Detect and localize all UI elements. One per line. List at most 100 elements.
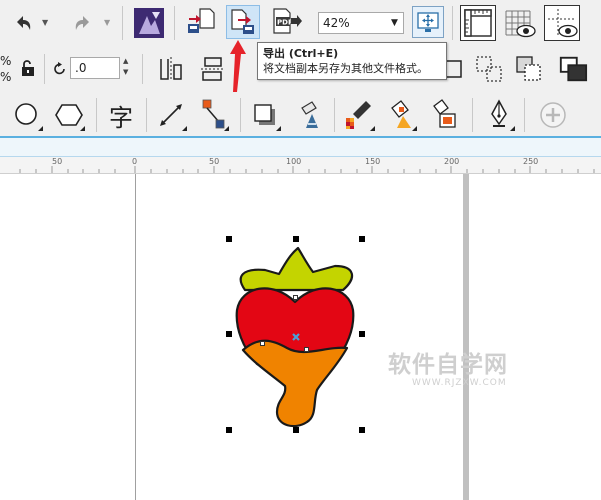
ungroup-icon xyxy=(559,56,588,82)
chocolate-drip xyxy=(241,339,349,428)
toolbar-separator xyxy=(524,98,525,132)
undo-dropdown-arrow[interactable]: ▼ xyxy=(42,18,48,27)
interactive-fill-tool[interactable] xyxy=(384,96,418,132)
redo-button[interactable] xyxy=(68,8,98,38)
export-button[interactable] xyxy=(226,5,260,39)
accent-line xyxy=(0,136,601,138)
ellipse-tool[interactable] xyxy=(10,98,44,132)
rotate-icon xyxy=(54,62,65,75)
node-handle[interactable] xyxy=(260,341,265,346)
drop-shadow-tool[interactable] xyxy=(248,98,282,132)
color-eyedropper-tool[interactable] xyxy=(342,96,376,132)
rotation-angle-input[interactable] xyxy=(70,57,120,79)
show-guidelines-toggle[interactable] xyxy=(544,5,580,41)
selection-handle-bottom-right[interactable] xyxy=(359,427,365,433)
export-tooltip: 导出 (Ctrl+E) 将文档副本另存为其他文件格式。 xyxy=(257,42,447,80)
lock-ratio-button[interactable] xyxy=(16,56,40,80)
parallel-dimension-icon xyxy=(160,104,182,126)
toolbar-separator xyxy=(146,98,147,132)
ruler-label: 250 xyxy=(523,157,539,166)
selection-handle-right[interactable] xyxy=(359,331,365,337)
ellipse-icon xyxy=(15,103,37,125)
flyout-arrow-icon xyxy=(510,126,515,131)
hexagon-icon xyxy=(55,104,83,126)
flyout-arrow-icon xyxy=(370,126,375,131)
app-launcher-button[interactable] xyxy=(132,6,166,40)
import-button[interactable] xyxy=(186,6,216,36)
mirror-vertical-button[interactable] xyxy=(198,54,228,84)
node-handle[interactable] xyxy=(304,347,309,352)
fit-page-icon xyxy=(417,12,439,32)
zoom-dropdown-arrow[interactable]: ▼ xyxy=(391,18,398,28)
transparency-tool[interactable] xyxy=(294,96,328,132)
tooltip-title: 导出 (Ctrl+E) xyxy=(263,47,339,60)
flyout-arrow-icon xyxy=(224,126,229,131)
show-grid-toggle[interactable] xyxy=(502,6,538,40)
page-shadow-right xyxy=(463,174,469,500)
toolbox: 字 xyxy=(0,92,601,136)
toolbar-separator xyxy=(44,54,45,84)
show-rulers-toggle[interactable] xyxy=(460,5,496,41)
mirror-horizontal-icon xyxy=(160,57,182,81)
annotation-arrow-icon xyxy=(230,40,246,92)
horizontal-ruler[interactable]: 50 0 50 100 150 200 250 xyxy=(0,157,601,174)
flyout-arrow-icon xyxy=(38,126,43,131)
mirror-vertical-icon xyxy=(201,57,225,81)
selection-handle-top[interactable] xyxy=(293,236,299,242)
redo-dropdown-arrow[interactable]: ▼ xyxy=(104,18,110,27)
smart-fill-tool[interactable] xyxy=(426,96,460,132)
publish-to-pdf-button[interactable]: PDF xyxy=(270,6,304,36)
ungroup-button[interactable] xyxy=(558,54,588,84)
full-screen-preview-button[interactable] xyxy=(412,6,444,38)
strawberry-drawing[interactable] xyxy=(225,236,370,436)
toolbar-separator xyxy=(452,6,453,40)
ruler-label: 50 xyxy=(52,157,63,166)
toolbar-separator xyxy=(240,98,241,132)
pdf-icon: PDF xyxy=(273,8,302,34)
mirror-horizontal-button[interactable] xyxy=(156,54,186,84)
guidelines-view-icon xyxy=(548,9,578,38)
node-handle[interactable] xyxy=(293,295,298,300)
watermark-url: WWW.RJZXW.COM xyxy=(412,378,507,388)
flyout-arrow-icon xyxy=(412,126,417,131)
toolbar-separator xyxy=(334,98,335,132)
undo-button[interactable] xyxy=(8,8,38,38)
pdf-label: PDF xyxy=(277,19,293,27)
group-button[interactable] xyxy=(514,54,544,84)
strawberry-leaves xyxy=(239,246,353,292)
redo-icon xyxy=(75,16,89,30)
transparency-icon xyxy=(301,101,318,128)
polygon-tool[interactable] xyxy=(52,98,86,132)
partial-percent-label: % xyxy=(0,70,12,84)
smart-fill-icon xyxy=(433,99,456,128)
group-icon xyxy=(516,56,541,81)
toolbar-separator xyxy=(96,98,97,132)
text-tool[interactable]: 字 xyxy=(104,98,138,132)
standard-toolbar: ▼ ▼ PDF 42% ▼ xyxy=(0,0,601,46)
export-icon xyxy=(231,9,254,34)
page-border-left xyxy=(135,174,136,500)
flyout-arrow-icon xyxy=(182,126,187,131)
drop-shadow-icon xyxy=(254,104,275,125)
ruler-label: 100 xyxy=(286,157,302,166)
undo-icon xyxy=(17,16,31,30)
selection-handle-bottom[interactable] xyxy=(293,427,299,433)
add-tool-button[interactable] xyxy=(536,98,570,132)
selection-handle-top-left[interactable] xyxy=(226,236,232,242)
text-tool-glyph: 字 xyxy=(109,103,133,132)
drawing-canvas[interactable]: 软件自学网 WWW.RJZXW.COM xyxy=(0,174,601,500)
ruler-label: 200 xyxy=(444,157,460,166)
toolbar-separator xyxy=(122,6,123,40)
outline-pen-tool[interactable] xyxy=(482,96,516,132)
rotation-spinner[interactable]: ▲ ▼ xyxy=(122,57,132,79)
selection-handle-bottom-left[interactable] xyxy=(226,427,232,433)
import-icon xyxy=(188,8,215,33)
combine-button[interactable] xyxy=(474,54,504,84)
flyout-arrow-icon xyxy=(276,126,281,131)
dimension-tool[interactable] xyxy=(154,98,188,132)
selection-handle-top-right[interactable] xyxy=(359,236,365,242)
toolbar-separator xyxy=(472,98,473,132)
toolbar-separator xyxy=(174,6,175,40)
selection-handle-left[interactable] xyxy=(226,331,232,337)
connector-tool[interactable] xyxy=(196,96,230,132)
